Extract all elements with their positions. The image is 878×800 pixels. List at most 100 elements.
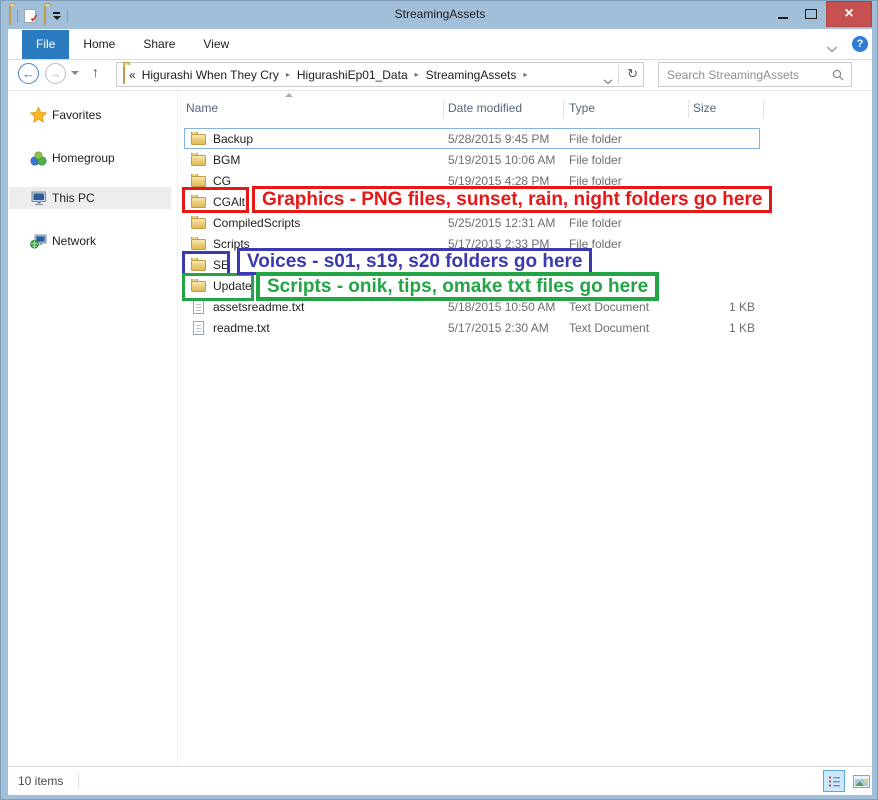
address-bar[interactable]: « Higurashi When They Cry▸HigurashiEp01_…	[116, 62, 644, 87]
network-icon	[29, 234, 47, 249]
breadcrumb-segment[interactable]: StreamingAssets	[424, 68, 519, 82]
annotation-graphics: Graphics - PNG files, sunset, rain, nigh…	[252, 186, 772, 213]
up-button[interactable]: ↑	[92, 64, 99, 80]
file-name: CompiledScripts	[213, 216, 300, 230]
column-divider[interactable]	[443, 100, 444, 118]
folder-icon	[191, 216, 208, 229]
tab-view[interactable]: View	[189, 30, 243, 59]
table-row-readme-txt[interactable]: readme.txt 5/17/2015 2:30 AM Text Docume…	[184, 317, 760, 338]
thumbnails-view-icon	[853, 775, 870, 788]
column-header-date-modified[interactable]: Date modified	[448, 101, 522, 115]
sidebar-item-this-pc[interactable]: This PC	[8, 188, 176, 208]
annotation-scripts: Scripts - onik, tips, omake txt files go…	[256, 272, 659, 301]
breadcrumb-separator-icon[interactable]: ▸	[518, 70, 532, 79]
file-type: File folder	[569, 216, 693, 230]
maximize-icon	[805, 9, 817, 19]
tab-home[interactable]: Home	[69, 30, 129, 59]
table-row-backup[interactable]: Backup 5/28/2015 9:45 PM File folder	[184, 128, 760, 149]
file-size: 1 KB	[693, 300, 755, 314]
up-arrow-icon: ↑	[92, 64, 99, 80]
help-icon[interactable]: ?	[852, 36, 868, 52]
file-name: BGM	[213, 153, 240, 167]
column-divider[interactable]	[563, 100, 564, 118]
search-icon	[832, 68, 844, 86]
file-date-modified: 5/19/2015 10:06 AM	[448, 153, 569, 167]
sidebar-item-label: Network	[52, 234, 96, 248]
search-input[interactable]	[665, 64, 829, 86]
file-name: assetsreadme.txt	[213, 300, 304, 314]
table-row-compiledscripts[interactable]: CompiledScripts 5/25/2015 12:31 AM File …	[184, 212, 760, 233]
breadcrumb-overflow[interactable]: «	[125, 68, 140, 82]
refresh-button[interactable]: ↻	[627, 66, 638, 82]
sidebar-item-network[interactable]: Network	[8, 231, 176, 251]
sidebar-item-homegroup[interactable]: Homegroup	[8, 148, 176, 168]
tab-file[interactable]: File	[22, 30, 69, 59]
column-header-name[interactable]: Name	[186, 101, 218, 115]
breadcrumb-separator-icon[interactable]: ▸	[281, 70, 295, 79]
homegroup-icon	[29, 151, 47, 166]
folder-icon	[191, 174, 208, 187]
column-divider[interactable]	[688, 100, 689, 118]
recent-locations-dropdown[interactable]	[71, 71, 79, 75]
window-content: FileHomeShareView ? ← → ↑ « Higurashi Wh…	[8, 29, 872, 795]
minimize-icon	[778, 17, 788, 19]
folder-icon	[191, 153, 208, 166]
window-frame: ✓ StreamingAssets × FileHomeShareView ? …	[0, 0, 878, 800]
details-view-icon	[828, 775, 841, 787]
address-divider	[618, 65, 619, 84]
green-outline-update	[182, 273, 254, 301]
file-date-modified: 5/18/2015 10:50 AM	[448, 300, 569, 314]
close-icon: ×	[844, 6, 853, 22]
table-row-bgm[interactable]: BGM 5/19/2015 10:06 AM File folder	[184, 149, 760, 170]
file-date-modified: 5/17/2015 2:30 AM	[448, 321, 569, 335]
search-box	[658, 62, 852, 87]
folder-icon	[191, 237, 208, 250]
column-header-type[interactable]: Type	[569, 101, 595, 115]
sidebar-item-favorites[interactable]: Favorites	[8, 105, 176, 125]
file-list: Backup 5/28/2015 9:45 PM File folder BGM…	[184, 128, 760, 338]
sidebar-item-label: This PC	[52, 191, 95, 205]
maximize-button[interactable]	[798, 1, 824, 27]
forward-arrow-icon: →	[49, 66, 62, 81]
file-type: File folder	[569, 132, 693, 146]
forward-button[interactable]: →	[45, 63, 66, 84]
sidebar-item-label: Favorites	[52, 108, 101, 122]
titlebar: ✓ StreamingAssets ×	[1, 1, 878, 29]
breadcrumb: Higurashi When They Cry▸HigurashiEp01_Da…	[140, 68, 533, 82]
details-view-button[interactable]	[823, 770, 845, 792]
file-name: Backup	[213, 132, 253, 146]
close-button[interactable]: ×	[826, 1, 872, 27]
file-name: readme.txt	[213, 321, 270, 335]
status-divider	[78, 773, 79, 789]
file-date-modified: 5/28/2015 9:45 PM	[448, 132, 569, 146]
ribbon-collapse-button[interactable]	[826, 40, 838, 58]
column-header-size[interactable]: Size	[693, 101, 716, 115]
status-bar: 10 items	[8, 766, 872, 795]
minimize-button[interactable]	[769, 1, 797, 27]
red-outline-cgalt	[182, 187, 249, 213]
folder-icon	[191, 132, 208, 145]
column-divider[interactable]	[763, 100, 764, 118]
address-dropdown-button[interactable]	[603, 72, 613, 90]
ribbon-divider	[8, 59, 872, 60]
back-button[interactable]: ←	[18, 63, 39, 84]
star-icon	[29, 107, 47, 123]
breadcrumb-segment[interactable]: Higurashi When They Cry	[140, 68, 281, 82]
sort-ascending-icon	[285, 93, 293, 97]
file-type: Text Document	[569, 300, 693, 314]
items-count: 10 items	[18, 774, 63, 788]
file-size: 1 KB	[693, 321, 755, 335]
thumbnails-view-button[interactable]	[850, 770, 872, 792]
file-type: File folder	[569, 153, 693, 167]
file-type: Text Document	[569, 321, 693, 335]
breadcrumb-separator-icon[interactable]: ▸	[410, 70, 424, 79]
tab-share[interactable]: Share	[129, 30, 189, 59]
chevron-down-icon	[603, 79, 613, 85]
address-folder-icon	[123, 66, 125, 84]
window-title: StreamingAssets	[1, 7, 878, 21]
text-file-icon	[191, 300, 208, 314]
ribbon-tabs: FileHomeShareView	[22, 30, 243, 59]
refresh-icon: ↻	[627, 66, 638, 81]
breadcrumb-segment[interactable]: HigurashiEp01_Data	[295, 68, 410, 82]
file-date-modified: 5/25/2015 12:31 AM	[448, 216, 569, 230]
